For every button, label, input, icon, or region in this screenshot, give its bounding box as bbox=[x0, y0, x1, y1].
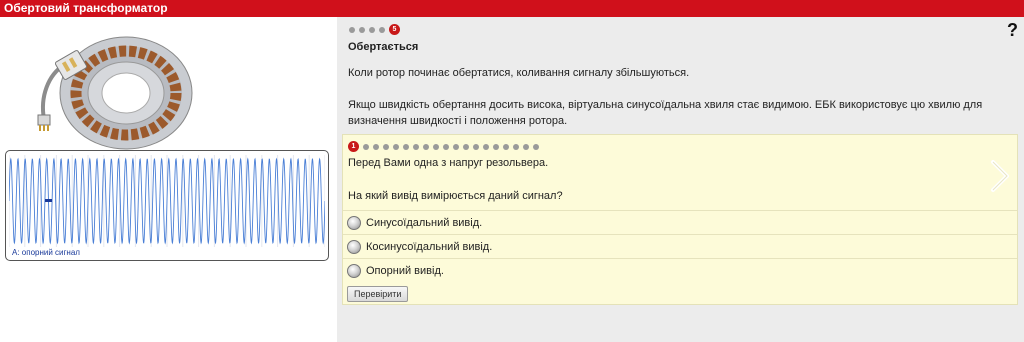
page-dot[interactable] bbox=[413, 143, 419, 150]
page-dot[interactable] bbox=[349, 26, 355, 33]
answer-option-reference[interactable]: Опорний вивід. bbox=[343, 258, 1017, 282]
page-dot[interactable] bbox=[369, 26, 375, 33]
page-dot-current[interactable]: 1 bbox=[348, 141, 359, 152]
page-dot[interactable] bbox=[503, 143, 509, 150]
quiz-question-pager[interactable]: 1 bbox=[348, 141, 543, 152]
page-dot[interactable] bbox=[463, 143, 469, 150]
channel-marker bbox=[45, 199, 52, 202]
page-dot[interactable] bbox=[523, 143, 529, 150]
answer-option-cosine[interactable]: Косинусоїдальний вивід. bbox=[343, 234, 1017, 258]
page-dot[interactable] bbox=[423, 143, 429, 150]
radio-button[interactable] bbox=[347, 239, 361, 254]
section-title: Обертається bbox=[348, 41, 419, 53]
quiz-box: 1 Перед Вами одна з напруг резольвера. Н… bbox=[342, 134, 1018, 305]
page-dot-current[interactable]: 5 bbox=[389, 24, 400, 35]
page-dot[interactable] bbox=[393, 143, 399, 150]
page-dot[interactable] bbox=[533, 143, 539, 150]
lesson-step-pager[interactable]: 5 bbox=[349, 24, 404, 35]
answer-label: Опорний вивід. bbox=[366, 264, 444, 277]
page-dot[interactable] bbox=[473, 143, 479, 150]
question-prompt: На який вивід вимірюється даний сигнал? bbox=[348, 190, 563, 202]
answer-label: Косинусоїдальний вивід. bbox=[366, 240, 493, 253]
page-dot[interactable] bbox=[359, 26, 365, 33]
check-answer-button[interactable]: Перевірити bbox=[347, 286, 409, 302]
page-dot[interactable] bbox=[493, 143, 499, 150]
help-icon[interactable]: ? bbox=[1007, 20, 1018, 41]
next-arrow-icon[interactable] bbox=[989, 159, 1011, 193]
lesson-panel: 5 ? Обертається Коли ротор починає оберт… bbox=[337, 17, 1024, 342]
page-dot[interactable] bbox=[383, 143, 389, 150]
lesson-paragraph-1: Коли ротор починає обертатися, коливання… bbox=[348, 67, 690, 79]
page-dot[interactable] bbox=[403, 143, 409, 150]
reference-signal-trace bbox=[9, 155, 325, 247]
resolver-illustration bbox=[37, 36, 193, 150]
page-dot[interactable] bbox=[363, 143, 369, 150]
radio-button[interactable] bbox=[347, 215, 361, 230]
page-dot[interactable] bbox=[443, 143, 449, 150]
scope-channel-label: A: опорний сигнал bbox=[12, 248, 80, 257]
window-title: Обертовий трансформатор bbox=[0, 0, 1024, 17]
question-text: Перед Вами одна з напруг резольвера. bbox=[348, 157, 549, 169]
page-dot[interactable] bbox=[453, 143, 459, 150]
radio-button[interactable] bbox=[347, 263, 361, 278]
page-dot[interactable] bbox=[483, 143, 489, 150]
page-dot[interactable] bbox=[379, 26, 385, 33]
answer-option-sine[interactable]: Синусоїдальний вивід. bbox=[343, 210, 1017, 234]
answer-label: Синусоїдальний вивід. bbox=[366, 216, 483, 229]
page-dot[interactable] bbox=[433, 143, 439, 150]
lesson-paragraph-2: Якщо швидкість обертання досить висока, … bbox=[348, 99, 983, 127]
page-dot[interactable] bbox=[513, 143, 519, 150]
page-dot[interactable] bbox=[373, 143, 379, 150]
oscilloscope-panel: A: опорний сигнал bbox=[5, 150, 329, 261]
left-panel: A: опорний сигнал bbox=[0, 17, 337, 342]
